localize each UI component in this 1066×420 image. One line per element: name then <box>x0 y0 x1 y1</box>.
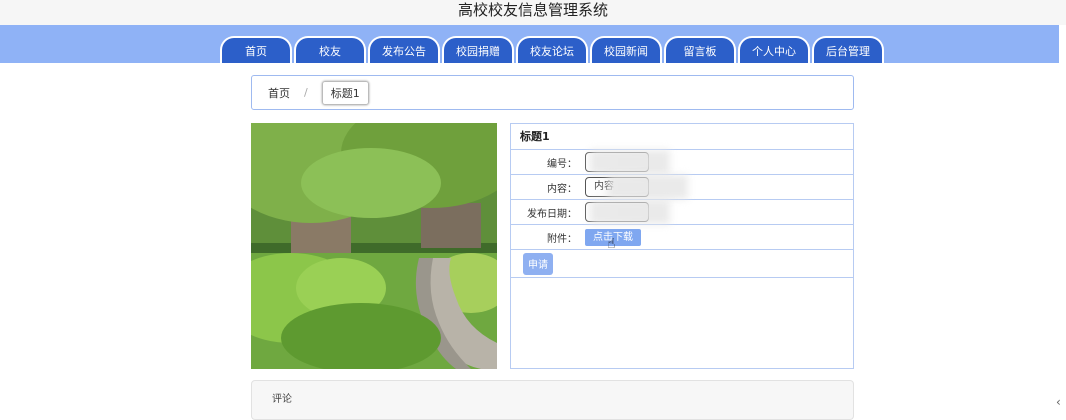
nav-item-home[interactable]: 首页 <box>220 36 292 63</box>
field-row-date: 发布日期： <box>511 200 853 225</box>
detail-panel: 标题1 编号： 内容： 内容 发布日期： 附件： 点击下载 ☝ 申请 <box>510 123 854 369</box>
nav-item-alumni[interactable]: 校友 <box>294 36 366 63</box>
field-row-attachment: 附件： 点击下载 ☝ <box>511 225 853 252</box>
comment-section: 评论 <box>251 380 854 420</box>
nav-item-announcements[interactable]: 发布公告 <box>368 36 440 63</box>
field-label-date: 发布日期： <box>527 208 577 220</box>
hand-pointer-icon: ☝ <box>607 235 616 252</box>
main-nav: 首页 校友 发布公告 校园捐赠 校友论坛 校园新闻 留言板 个人中心 后台管理 <box>220 36 884 64</box>
field-value-date <box>585 200 670 224</box>
nav-item-message-board[interactable]: 留言板 <box>664 36 736 63</box>
field-row-number: 编号： <box>511 150 853 175</box>
nav-item-profile[interactable]: 个人中心 <box>738 36 810 63</box>
nav-item-admin[interactable]: 后台管理 <box>812 36 884 63</box>
breadcrumb-home-link[interactable]: 首页 <box>268 85 290 101</box>
breadcrumb-current: 标题1 <box>321 80 369 105</box>
field-label-number: 编号： <box>547 158 577 170</box>
breadcrumb: 首页 / 标题1 <box>251 75 854 110</box>
field-label-attachment: 附件： <box>547 233 577 245</box>
field-value-number <box>585 150 670 174</box>
nav-item-donation[interactable]: 校园捐赠 <box>442 36 514 63</box>
download-button[interactable]: 点击下载 ☝ <box>585 228 641 252</box>
field-value-content: 内容 <box>585 175 688 199</box>
apply-button[interactable]: 申请 <box>523 252 553 275</box>
nav-item-forum[interactable]: 校友论坛 <box>516 36 588 63</box>
chevron-left-icon[interactable]: ‹ <box>1056 395 1061 409</box>
field-row-content: 内容： 内容 <box>511 175 853 200</box>
field-label-content: 内容： <box>547 183 577 195</box>
detail-title: 标题1 <box>511 124 853 150</box>
site-title: 高校校友信息管理系统 <box>0 0 1066 25</box>
nav-item-news[interactable]: 校园新闻 <box>590 36 662 63</box>
detail-image <box>251 123 497 369</box>
breadcrumb-separator: / <box>304 86 308 99</box>
comment-label: 评论 <box>272 394 292 405</box>
apply-row: 申请 <box>511 250 853 278</box>
